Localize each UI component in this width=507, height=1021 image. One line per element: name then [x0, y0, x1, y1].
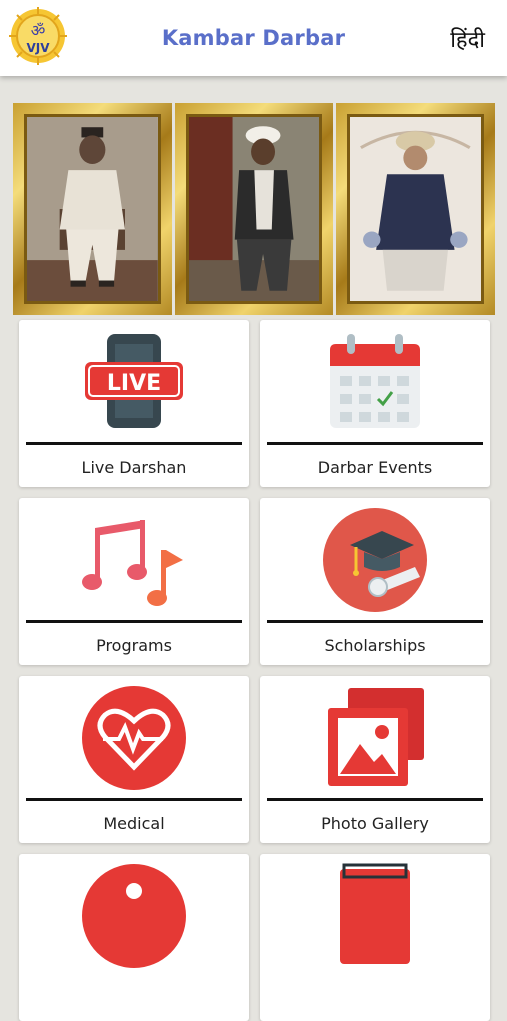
portrait-frame-2: [174, 103, 334, 315]
portrait-image: [188, 117, 320, 301]
photo-gallery-label: Photo Gallery: [321, 814, 429, 833]
programs-label: Programs: [96, 636, 172, 655]
scholarships-tile[interactable]: Scholarships: [260, 498, 490, 665]
tile-divider: [267, 798, 483, 801]
medical-tile[interactable]: Medical: [19, 676, 249, 843]
programs-tile[interactable]: Programs: [19, 498, 249, 665]
tile-divider: [26, 620, 242, 623]
tile-divider: [26, 798, 242, 801]
photo-gallery-tile[interactable]: Photo Gallery: [260, 676, 490, 843]
portrait-banner: [13, 103, 496, 315]
portrait-image: [27, 117, 158, 301]
circle-icon: [82, 864, 186, 968]
tile-divider: [26, 442, 242, 445]
notebook-icon: [340, 863, 410, 964]
language-toggle[interactable]: हिंदी: [450, 24, 485, 54]
menu-grid: LIVE Live Darshan Darbar Events Programs…: [19, 320, 490, 1021]
music-notes-icon: [82, 520, 183, 606]
live-badge-text: LIVE: [107, 371, 161, 396]
portrait-image: [350, 117, 482, 301]
live-darshan-label: Live Darshan: [81, 458, 187, 477]
tile-divider: [267, 442, 483, 445]
portrait-frame-1: [13, 103, 172, 315]
live-darshan-tile[interactable]: LIVE Live Darshan: [19, 320, 249, 487]
heart-pulse-icon: [82, 686, 186, 790]
calendar-icon: [330, 334, 420, 428]
tile-divider: [267, 620, 483, 623]
menu-tile-partial-7[interactable]: [19, 854, 249, 1021]
app-header: ॐ VJV Kambar Darbar हिंदी: [0, 0, 507, 76]
darbar-events-tile[interactable]: Darbar Events: [260, 320, 490, 487]
menu-tile-partial-8[interactable]: [260, 854, 490, 1021]
darbar-events-label: Darbar Events: [317, 458, 433, 477]
graduation-cap-icon: [323, 508, 427, 612]
photo-gallery-icon: [328, 688, 424, 786]
page-title: Kambar Darbar: [161, 26, 346, 50]
portrait-frame-3: [336, 103, 496, 315]
scholarships-label: Scholarships: [324, 636, 426, 655]
live-camera-icon: LIVE: [85, 334, 183, 428]
medical-label: Medical: [103, 814, 165, 833]
